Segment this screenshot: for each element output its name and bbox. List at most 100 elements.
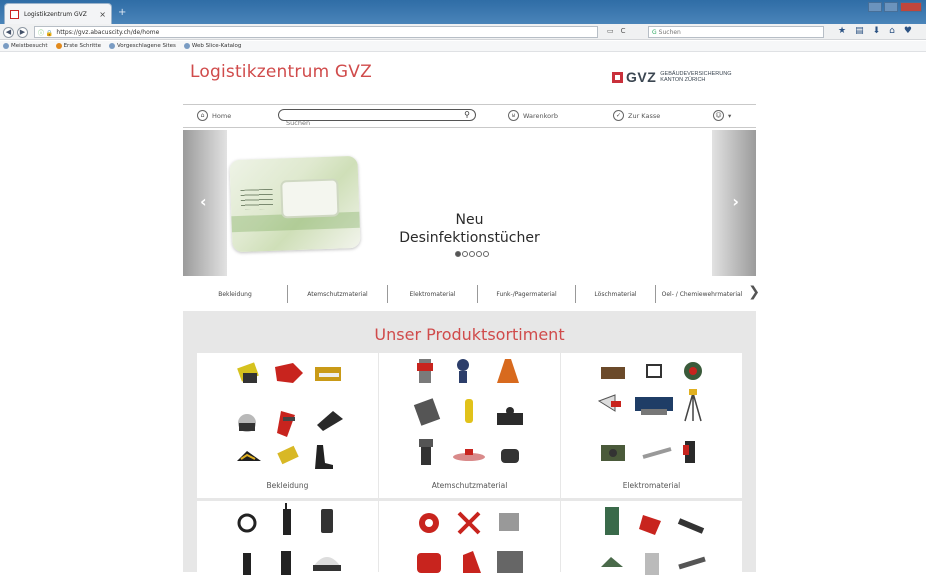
new-tab-button[interactable]: + [118, 7, 126, 18]
site-favicon-icon [10, 9, 19, 19]
bookmarks-bar: Meistbesucht Erste Schritte Vorgeschlage… [0, 41, 926, 52]
nav-home[interactable]: ⌂ Home [197, 110, 231, 121]
nav-cart-label: Warenkorb [523, 111, 558, 120]
product-card[interactable] [379, 501, 560, 581]
clothing-items-image [237, 362, 343, 469]
user-icon: ☺ [713, 110, 724, 121]
carousel-dot[interactable] [476, 251, 482, 257]
browser-search-input[interactable] [658, 28, 809, 36]
minimize-button[interactable] [868, 2, 882, 12]
carousel-dot[interactable] [469, 251, 475, 257]
bookmark-item[interactable]: Meistbesucht [3, 43, 48, 49]
category-bar: Bekleidung Atemschutzmaterial Elektromat… [183, 279, 760, 309]
product-card-label: Elektromaterial [622, 481, 681, 490]
breathing-equipment-image [413, 359, 523, 465]
hero-caption-line2: Desinfektionstücher [399, 230, 540, 246]
category-loeschmaterial[interactable]: Löschmaterial [576, 285, 656, 303]
lock-icon: ⓘ 🔒 [38, 29, 54, 37]
product-card-atemschutzmaterial[interactable]: Atemschutzmaterial [379, 353, 560, 498]
bookmark-label: Meistbesucht [11, 43, 48, 49]
hero-carousel: ‹ › Neu Desinfektionstücher [183, 130, 756, 276]
carousel-indicators [455, 251, 489, 257]
gvz-logo-subtitle: GEBÄUDEVERSICHERUNG KANTON ZÜRICH [660, 71, 731, 83]
cart-icon: ⊍ [508, 110, 519, 121]
site-title[interactable]: Logistikzentrum GVZ [190, 62, 372, 82]
bookmark-label: Web Slice-Katalog [191, 43, 242, 49]
bookmark-item[interactable]: Erste Schritte [55, 43, 101, 49]
firefox-icon [55, 43, 62, 49]
bookmarks-menu-icon[interactable]: ▤ [855, 26, 864, 36]
electrical-equipment-image [597, 362, 702, 463]
bookmark-label: Erste Schritte [63, 43, 101, 49]
radio-equipment-image [237, 503, 341, 575]
oil-chemical-equipment-image [601, 507, 706, 575]
nav-home-label: Home [212, 111, 232, 120]
product-card-bekleidung[interactable]: Bekleidung [197, 353, 378, 498]
gvz-logo-text: GVZ [626, 69, 657, 85]
bookmark-icon [3, 43, 9, 49]
nav-cart[interactable]: ⊍ Warenkorb [508, 110, 558, 121]
category-oel-chemiewehrmaterial[interactable]: Oel- / Chemiewehrmaterial [656, 285, 748, 303]
tab-title: Logistikzentrum GVZ [24, 10, 87, 18]
nav-checkout-label: Zur Kasse [628, 111, 661, 120]
gvz-logo-mark-icon [612, 71, 623, 83]
product-card-label: Atemschutzmaterial [431, 481, 508, 490]
chevron-right-icon[interactable]: ❯ [748, 284, 760, 300]
divider [183, 104, 756, 105]
url-text: https://gvz.abacuscity.ch/de/home [56, 28, 160, 36]
product-card[interactable] [561, 501, 742, 581]
back-arrow-icon[interactable]: ◀ [3, 27, 14, 38]
downloads-icon[interactable]: ⬇ [873, 26, 881, 36]
address-bar[interactable]: ⓘ 🔒 https://gvz.abacuscity.ch/de/home [34, 26, 598, 38]
checkout-icon: ✓ [613, 110, 624, 121]
bookmark-label: Vorgeschlagene Sites [116, 43, 176, 49]
forward-arrow-icon[interactable]: ▶ [17, 27, 28, 38]
chevron-left-icon[interactable]: ‹ [200, 192, 207, 211]
product-range: Unser Produktsortiment Bekleidung Atemsc… [183, 311, 756, 581]
bookmark-icon [183, 43, 190, 49]
product-card-label: Bekleidung [266, 481, 309, 490]
product-card-elektromaterial[interactable]: Elektromaterial [561, 353, 742, 498]
extinguishing-equipment-image [417, 511, 523, 573]
chevron-right-icon[interactable]: › [732, 192, 739, 211]
main-nav: ⌂ Home ⚲ ⊍ Warenkorb ✓ Zur Kasse ☺ ▾ [183, 106, 756, 128]
product-card[interactable] [197, 501, 378, 581]
pack-text-lines [240, 188, 274, 210]
reload-icon[interactable]: C [621, 27, 626, 35]
chevron-down-icon: ▾ [728, 111, 732, 120]
bookmark-star-icon[interactable]: ★ [838, 26, 846, 36]
bookmark-icon [108, 43, 115, 49]
carousel-dot[interactable] [483, 251, 489, 257]
search-engine-icon: G [652, 28, 657, 36]
category-funk-pagermaterial[interactable]: Funk-/Pagermaterial [478, 285, 576, 303]
category-atemschutzmaterial[interactable]: Atemschutzmaterial [288, 285, 388, 303]
gvz-logo[interactable]: GVZ GEBÄUDEVERSICHERUNG KANTON ZÜRICH [612, 69, 732, 85]
address-tools: ▭ C [607, 27, 626, 35]
product-range-heading: Unser Produktsortiment [374, 325, 565, 344]
hero-caption-line1: Neu [455, 212, 484, 228]
nav-account[interactable]: ☺ ▾ [713, 110, 731, 121]
reader-view-icon[interactable]: ▭ [607, 27, 614, 35]
bookmark-item[interactable]: Web Slice-Katalog [183, 43, 242, 49]
browser-search-bar[interactable]: G [648, 26, 824, 38]
category-elektromaterial[interactable]: Elektromaterial [388, 285, 478, 303]
divider [183, 127, 756, 128]
window-close-button[interactable] [900, 2, 922, 12]
carousel-dot[interactable] [455, 251, 461, 257]
carousel-dot[interactable] [462, 251, 468, 257]
pocket-icon[interactable]: ♥ [904, 26, 912, 36]
browser-titlebar: Logistikzentrum GVZ × + [0, 0, 926, 24]
browser-toolbar-icons: ★ ▤ ⬇ ⌂ ♥ [838, 26, 912, 36]
site-search[interactable]: ⚲ [278, 109, 476, 128]
category-bekleidung[interactable]: Bekleidung [183, 285, 288, 303]
logo-sub-line: KANTON ZÜRICH [660, 77, 706, 83]
home-icon[interactable]: ⌂ [889, 26, 895, 36]
window-controls [868, 2, 922, 12]
maximize-button[interactable] [884, 2, 898, 12]
search-icon[interactable]: ⚲ [464, 110, 470, 119]
home-icon: ⌂ [197, 110, 208, 121]
bookmark-item[interactable]: Vorgeschlagene Sites [108, 43, 176, 49]
browser-tab[interactable]: Logistikzentrum GVZ × [4, 3, 112, 24]
nav-checkout[interactable]: ✓ Zur Kasse [613, 110, 660, 121]
tab-close-icon[interactable]: × [99, 10, 106, 19]
